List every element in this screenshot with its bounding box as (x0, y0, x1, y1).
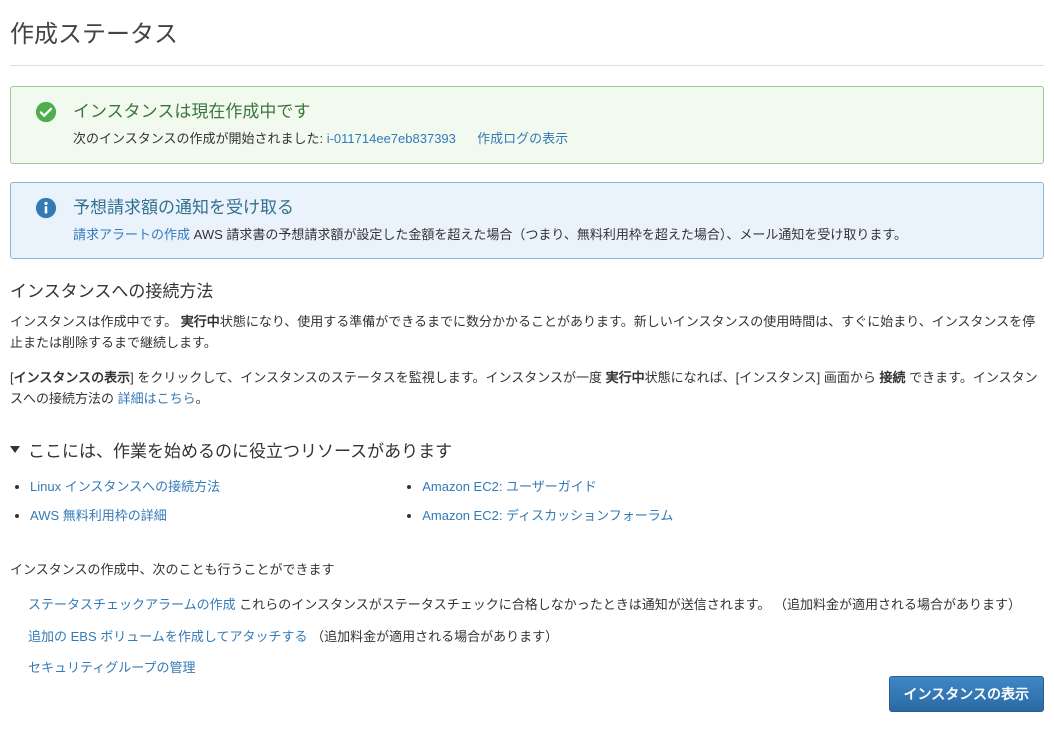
manage-security-groups-link[interactable]: セキュリティグループの管理 (28, 660, 195, 675)
alert-billing: 予想請求額の通知を受け取る 請求アラートの作成 AWS 請求書の予想請求額が設定… (10, 182, 1044, 260)
ec2-forum-link[interactable]: Amazon EC2: ディスカッションフォーラム (422, 508, 673, 523)
alert-billing-title: 予想請求額の通知を受け取る (73, 197, 1027, 219)
alert-billing-text: 請求アラートの作成 AWS 請求書の予想請求額が設定した金額を超えた場合（つまり… (73, 225, 1027, 245)
connect-details-link[interactable]: 詳細はこちら (118, 391, 196, 406)
p2-b: ] をクリックして、インスタンスのステータスを監視します。インスタンスが一度 (130, 370, 605, 385)
check-circle-icon (35, 101, 57, 123)
create-ebs-volume-link[interactable]: 追加の EBS ボリュームを作成してアタッチする (28, 629, 307, 644)
instance-id-link[interactable]: i-011714ee7eb837393 (327, 131, 456, 146)
p2-e: 。 (196, 391, 209, 406)
footer-bar: インスタンスの表示 (889, 676, 1044, 712)
connect-paragraph-1: インスタンスは作成中です。 実行中状態になり、使用する準備ができるまでに数分かか… (10, 312, 1044, 354)
resources-heading[interactable]: ここには、作業を始めるのに役立つリソースがあります (10, 437, 1044, 462)
p1-a: インスタンスは作成中です。 (10, 314, 181, 329)
action-item: セキュリティグループの管理 (28, 658, 1044, 678)
connect-heading: インスタンスへの接続方法 (10, 277, 1044, 302)
alert-launching: インスタンスは現在作成中です 次のインスタンスの作成が開始されました: i-01… (10, 86, 1044, 164)
page-title: 作成ステータス (10, 10, 1044, 66)
action-item: 追加の EBS ボリュームを作成してアタッチする （追加料金が適用される場合があ… (28, 627, 1044, 647)
additional-intro: インスタンスの作成中、次のことも行うことができます (10, 560, 1044, 581)
list-item: Linux インスタンスへの接続方法 (30, 476, 382, 495)
view-instances-button[interactable]: インスタンスの表示 (889, 676, 1044, 712)
list-item: Amazon EC2: ユーザーガイド (422, 476, 774, 495)
list-item: Amazon EC2: ディスカッションフォーラム (422, 505, 774, 524)
resource-col-left: Linux インスタンスへの接続方法 AWS 無料利用枠の詳細 (10, 472, 382, 534)
alert-launching-text: 次のインスタンスの作成が開始されました: i-011714ee7eb837393… (73, 129, 1027, 149)
connect-paragraph-2: [インスタンスの表示] をクリックして、インスタンスのステータスを監視します。イ… (10, 368, 1044, 410)
p2-bold3: 接続 (880, 370, 906, 385)
p2-bold1: インスタンスの表示 (14, 370, 130, 385)
alert-launching-prefix: 次のインスタンスの作成が開始されました: (73, 131, 327, 146)
view-launch-log-link[interactable]: 作成ログの表示 (477, 131, 568, 146)
create-status-alarm-link[interactable]: ステータスチェックアラームの作成 (28, 597, 236, 612)
info-circle-icon (35, 197, 57, 219)
ec2-user-guide-link[interactable]: Amazon EC2: ユーザーガイド (422, 479, 597, 494)
action-item-text: （追加料金が適用される場合があります） (307, 629, 558, 644)
alert-billing-body: AWS 請求書の予想請求額が設定した金額を超えた場合（つまり、無料利用枠を超えた… (190, 227, 907, 242)
resource-columns: Linux インスタンスへの接続方法 AWS 無料利用枠の詳細 Amazon E… (10, 472, 1044, 534)
resource-col-right: Amazon EC2: ユーザーガイド Amazon EC2: ディスカッション… (402, 472, 774, 534)
p1-bold: 実行中 (181, 314, 220, 329)
p2-c: 状態になれば、[インスタンス] 画面から (645, 370, 880, 385)
linux-connect-link[interactable]: Linux インスタンスへの接続方法 (30, 479, 220, 494)
caret-down-icon (10, 446, 20, 453)
create-billing-alert-link[interactable]: 請求アラートの作成 (73, 227, 190, 242)
alert-launching-title: インスタンスは現在作成中です (73, 101, 1027, 123)
action-item-text: これらのインスタンスがステータスチェックに合格しなかったときは通知が送信されます… (236, 597, 1021, 612)
list-item: AWS 無料利用枠の詳細 (30, 505, 382, 524)
p2-bold2: 実行中 (606, 370, 645, 385)
action-item: ステータスチェックアラームの作成 これらのインスタンスがステータスチェックに合格… (28, 595, 1044, 615)
additional-action-list: ステータスチェックアラームの作成 これらのインスタンスがステータスチェックに合格… (28, 595, 1044, 678)
resources-heading-text: ここには、作業を始めるのに役立つリソースがあります (28, 437, 452, 462)
free-tier-link[interactable]: AWS 無料利用枠の詳細 (30, 508, 167, 523)
